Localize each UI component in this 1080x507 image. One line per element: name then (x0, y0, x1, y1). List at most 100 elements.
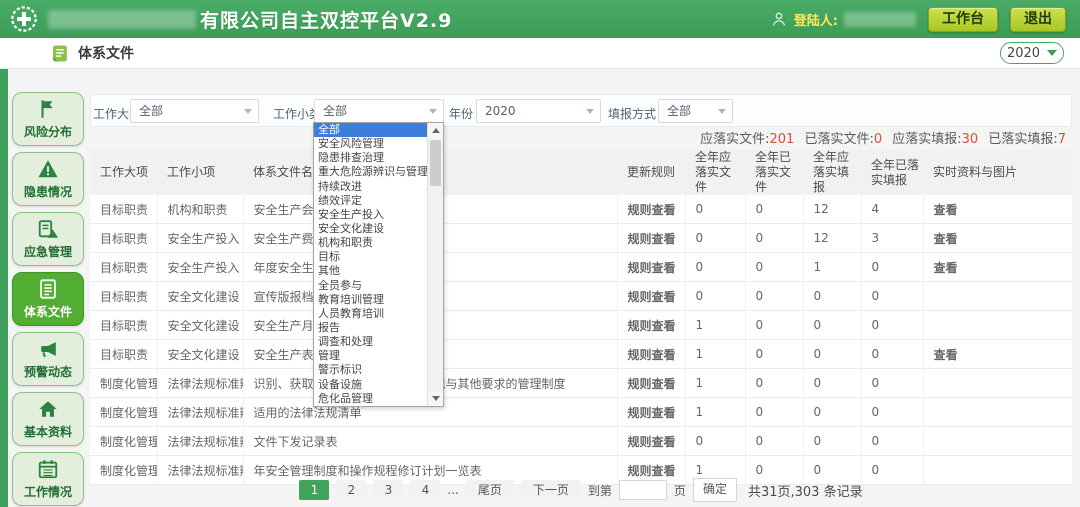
rule-view-link[interactable]: 规则查看 (617, 281, 686, 311)
sidebar-accent-strip (0, 68, 8, 507)
scroll-down-icon[interactable] (428, 391, 443, 406)
dropdown-option[interactable]: 绩效评定 (314, 194, 428, 208)
page-button-2[interactable]: 2 (336, 480, 367, 500)
table-cell: 制度化管理 (90, 368, 158, 398)
dropdown-option[interactable]: 危化品管理 (314, 392, 428, 406)
scroll-up-icon[interactable] (428, 123, 443, 138)
dropdown-option[interactable]: 重大危险源辨识与管理 (314, 165, 428, 179)
work-subcategory-select[interactable]: 全部 (314, 99, 444, 123)
work-category-select[interactable]: 全部 (130, 99, 259, 123)
chevron-down-icon (586, 109, 594, 114)
rule-view-link[interactable]: 规则查看 (617, 195, 686, 224)
col-header-update-rule: 更新规则 (617, 150, 685, 195)
table-cell: 目标职责 (90, 310, 158, 340)
sidebar-item-risk-distribution[interactable]: 风险分布 (12, 92, 84, 146)
top-header-bar: 有限公司自主双控平台V2.9 登陆人: 工作台 退出 (0, 0, 1080, 38)
goto-confirm-button[interactable]: 确定 (692, 478, 737, 502)
table-row: 制度化管理法律法规标准辨识适用的法律法规清单规则查看1000 (90, 397, 1072, 427)
dropdown-option[interactable]: 持续改进 (314, 180, 428, 194)
table-cell: 0 (745, 339, 804, 369)
dropdown-option[interactable]: 调查和处理 (314, 335, 428, 349)
page-button-1[interactable]: 1 (299, 480, 330, 500)
table-cell: 0 (861, 252, 924, 282)
table-cell: 0 (745, 281, 804, 311)
next-page-button[interactable]: 下一页 (520, 480, 581, 500)
dropdown-option[interactable]: 安全风险管理 (314, 137, 428, 151)
dropdown-option[interactable]: 报告 (314, 321, 428, 335)
scrollbar-thumb[interactable] (430, 140, 441, 186)
year-selector[interactable]: 2020 (1000, 42, 1064, 64)
rule-view-link[interactable]: 规则查看 (617, 223, 686, 253)
pagination-ellipsis: ... (447, 483, 459, 497)
sidebar-item-emergency-management[interactable]: 应急管理 (12, 212, 84, 266)
year-filter-select[interactable]: 2020 (476, 99, 601, 123)
table-cell: 0 (803, 339, 862, 369)
dropdown-option[interactable]: 管理 (314, 349, 428, 363)
table-cell: 12 (803, 223, 862, 253)
dropdown-option[interactable]: 其他 (314, 264, 428, 278)
dropdown-option[interactable]: 设备设施 (314, 378, 428, 392)
table-cell: 12 (803, 195, 862, 224)
logout-button[interactable]: 退出 (1010, 6, 1066, 32)
rule-view-link[interactable]: 规则查看 (617, 368, 686, 398)
warning-icon (13, 158, 83, 184)
goto-page-input[interactable] (618, 480, 667, 500)
table-row: 目标职责 安全文化建设 宣传版报档案 规则查看 0 0 0 0 (90, 281, 1072, 311)
filter-label-report-method: 填报方式 (608, 107, 657, 121)
sidebar-item-warning-updates[interactable]: 预警动态 (12, 332, 84, 386)
page-button-4[interactable]: 4 (410, 480, 441, 500)
dropdown-scrollbar[interactable] (427, 123, 443, 406)
dropdown-option[interactable]: 人员教育培训 (314, 307, 428, 321)
table-row: 制度化管理法律法规标准辨识文件下发记录表规则查看0000 (90, 426, 1072, 456)
chevron-down-icon (718, 109, 726, 114)
dropdown-option[interactable]: 目标 (314, 250, 428, 264)
table-cell: 法律法规标准辨识 (157, 397, 244, 427)
dropdown-option[interactable]: 全员参与 (314, 279, 428, 293)
rule-view-link[interactable]: 规则查看 (617, 426, 686, 456)
material-view-link[interactable]: 查看 (923, 252, 1072, 282)
app-title: 有限公司自主双控平台V2.9 (200, 9, 453, 32)
table-cell: 1 (803, 252, 862, 282)
dropdown-option[interactable]: 安全生产投入 (314, 208, 428, 222)
table-row: 目标职责 安全文化建设 安全生产月活动记录 规则查看 1 0 0 0 (90, 310, 1072, 340)
dropdown-option[interactable]: 安全文化建设 (314, 222, 428, 236)
material-view-link[interactable]: 查看 (923, 339, 1072, 369)
rule-view-link[interactable]: 规则查看 (617, 339, 686, 369)
material-view-link[interactable]: 查看 (923, 195, 1072, 224)
table-cell: 安全生产投入 (157, 223, 244, 253)
table-cell: 0 (685, 252, 746, 282)
dropdown-option[interactable]: 机构和职责 (314, 236, 428, 250)
sidebar-item-hazard-status[interactable]: 隐患情况 (12, 152, 84, 206)
material-view-link[interactable]: 查看 (923, 223, 1072, 253)
app-logo-icon (11, 6, 37, 32)
table-cell: 制度化管理 (90, 397, 158, 427)
dropdown-option[interactable]: 隐患排查治理 (314, 151, 428, 165)
page-button-3[interactable]: 3 (373, 480, 404, 500)
table-row: 目标职责 机构和职责 安全生产会议记录 规则查看 0 0 12 4 查看 (90, 195, 1072, 224)
table-cell (923, 368, 1072, 398)
table-cell: 3 (861, 223, 924, 253)
rule-view-link[interactable]: 规则查看 (617, 310, 686, 340)
table-cell: 目标职责 (90, 252, 158, 282)
sidebar-item-basic-data[interactable]: 基本资料 (12, 392, 84, 446)
rule-view-link[interactable]: 规则查看 (617, 252, 686, 282)
work-subcategory-dropdown-panel: 全部 安全风险管理 隐患排查治理 重大危险源辨识与管理 持续改进 绩效评定 安全生产投入 安全… (313, 122, 444, 407)
table-row: 目标职责安全生产投入年度安全生产费用计划规则查看0010查看 (90, 252, 1072, 282)
col-header-work-major: 工作大项 (90, 150, 157, 195)
last-page-button[interactable]: 尾页 (465, 480, 514, 500)
rule-view-link[interactable]: 规则查看 (617, 397, 686, 427)
sidebar-item-work-status[interactable]: 工作情况 (12, 452, 84, 506)
sidebar-item-system-documents[interactable]: 体系文件 (12, 272, 84, 326)
workbench-button[interactable]: 工作台 (928, 6, 998, 32)
table-cell: 1 (685, 397, 746, 427)
dropdown-option[interactable]: 全部 (314, 123, 428, 138)
table-cell: 安全文化建设 (157, 281, 244, 311)
chevron-down-icon (429, 109, 437, 114)
dropdown-option[interactable]: 教育培训管理 (314, 293, 428, 307)
table-cell: 0 (861, 426, 924, 456)
table-row: 目标职责安全生产投入安全生产费用使用台账规则查看00123查看 (90, 223, 1072, 253)
table-cell: 4 (861, 195, 924, 224)
dropdown-option[interactable]: 警示标识 (314, 363, 428, 377)
report-method-select[interactable]: 全部 (658, 99, 733, 123)
table-cell: 0 (861, 397, 924, 427)
